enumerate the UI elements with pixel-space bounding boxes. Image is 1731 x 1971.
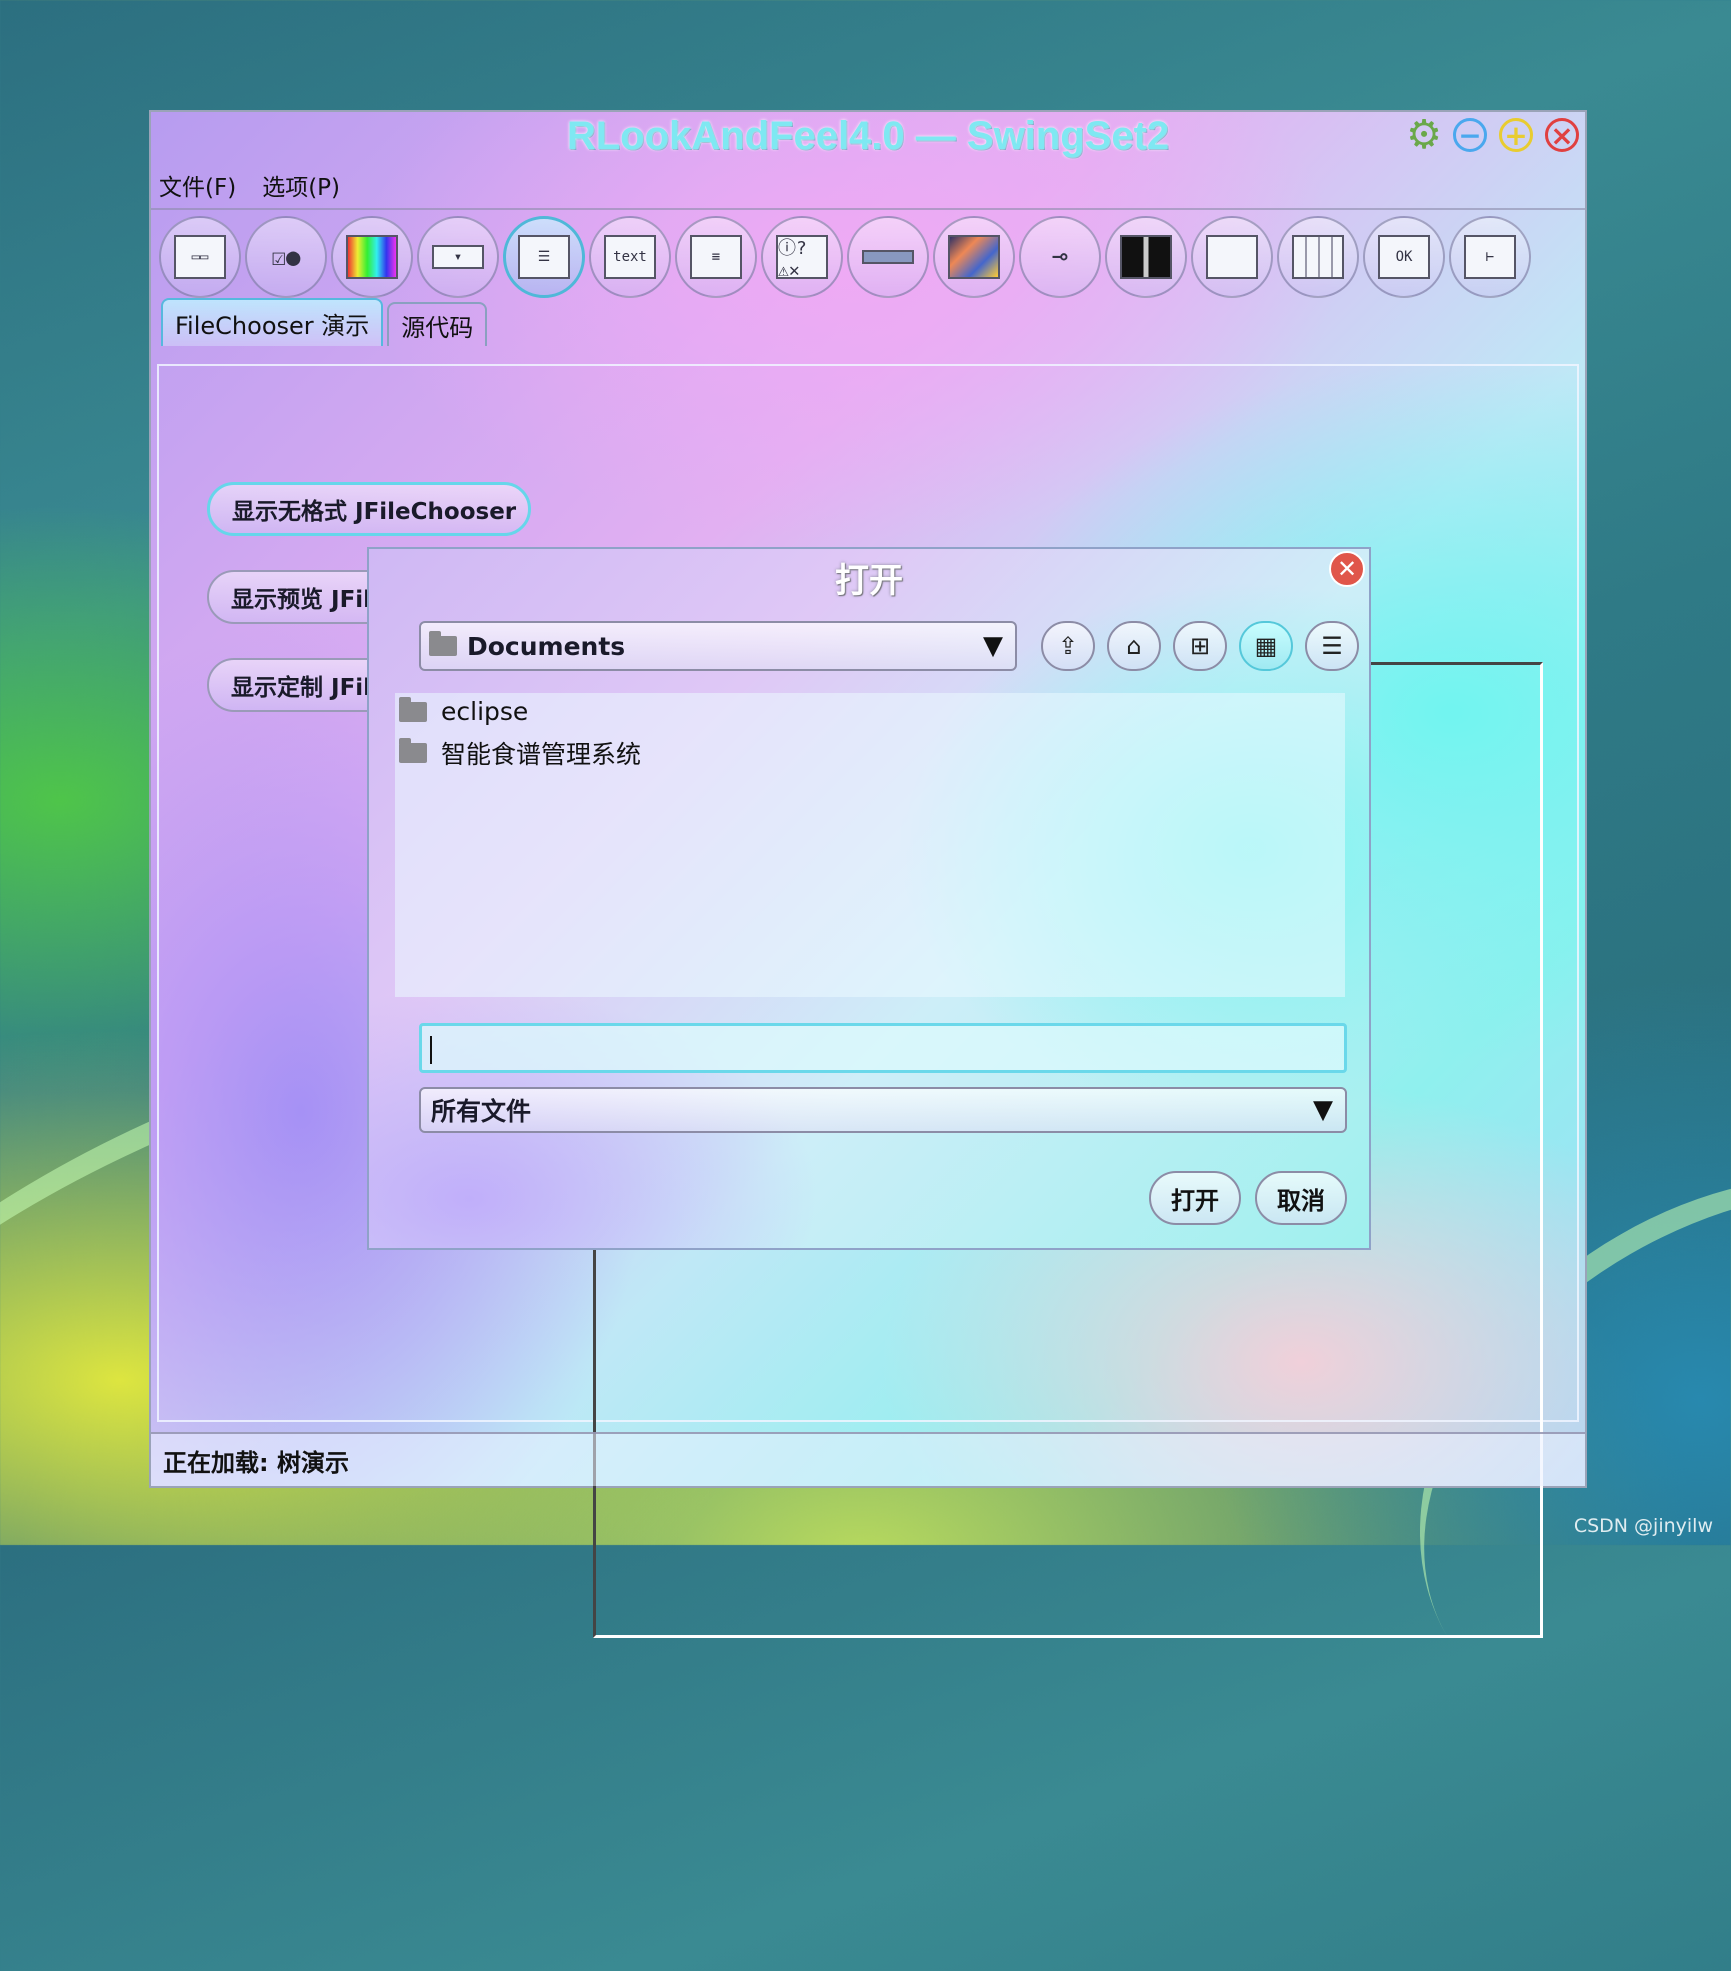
- list-item[interactable]: 智能食谱管理系统: [395, 735, 641, 771]
- tree-demo-button[interactable]: ⊢: [1449, 216, 1531, 298]
- file-chooser-demo-button[interactable]: ☰: [503, 216, 585, 298]
- file-list[interactable]: eclipse 智能食谱管理系统: [395, 693, 1345, 997]
- folder-icon: [399, 696, 427, 722]
- maximize-button[interactable]: +: [1499, 118, 1533, 152]
- up-folder-icon: ⇪: [1057, 632, 1079, 660]
- buttons-demo-button[interactable]: ☑●: [245, 216, 327, 298]
- look-in-combobox[interactable]: Documents ▼: [419, 621, 1017, 671]
- list-icon: ≡: [690, 235, 742, 279]
- open-button[interactable]: 打开: [1149, 1171, 1241, 1225]
- up-folder-button[interactable]: ⇪: [1041, 621, 1095, 671]
- slider-icon: ⊸: [1052, 242, 1068, 272]
- tab-filechooser-demo[interactable]: FileChooser 演示: [161, 298, 384, 346]
- list-view-button[interactable]: ☰: [1305, 621, 1359, 671]
- dialog-toolbar: ⇪ ⌂ ⊞ ▦ ☰: [1041, 621, 1359, 671]
- file-filter-combobox[interactable]: 所有文件 ▼: [419, 1087, 1347, 1133]
- scroll-pane-icon: [948, 235, 1000, 279]
- slider-demo-button[interactable]: ⊸: [1019, 216, 1101, 298]
- option-pane-icon: ⓘ?⚠✕: [776, 235, 828, 281]
- open-file-dialog: 打开 ✕ Documents ▼ ⇪ ⌂ ⊞ ▦ ☰ eclipse 智能食谱管…: [367, 547, 1371, 1250]
- window-title: RLookAndFeel4.0 — SwingSet2: [566, 114, 1170, 158]
- combobox-icon: ▾: [432, 245, 484, 269]
- menubar: 文件(F) 选项(P): [159, 168, 340, 202]
- folder-icon: [429, 631, 457, 656]
- tooltip-demo-button[interactable]: OK: [1363, 216, 1445, 298]
- new-folder-icon: ⊞: [1189, 632, 1211, 660]
- progress-bar-demo-button[interactable]: [847, 216, 929, 298]
- home-button[interactable]: ⌂: [1107, 621, 1161, 671]
- internal-frame-icon: ▭▭: [174, 235, 226, 279]
- icon-view-button[interactable]: ▦: [1239, 621, 1293, 671]
- menu-options[interactable]: 选项(P): [262, 168, 340, 202]
- combobox-demo-button[interactable]: ▾: [417, 216, 499, 298]
- file-name-field[interactable]: [419, 1023, 1347, 1073]
- tab-source-code[interactable]: 源代码: [387, 302, 488, 346]
- new-folder-button[interactable]: ⊞: [1173, 621, 1227, 671]
- dropdown-arrow-icon: ▼: [983, 631, 1003, 661]
- tooltip-icon: OK: [1378, 235, 1430, 279]
- list-item[interactable]: eclipse: [395, 696, 529, 726]
- tree-icon: ⊢: [1464, 235, 1516, 279]
- list-demo-button[interactable]: ≡: [675, 216, 757, 298]
- table-demo-button[interactable]: [1277, 216, 1359, 298]
- option-pane-demo-button[interactable]: ⓘ?⚠✕: [761, 216, 843, 298]
- buttons-icon: ☑●: [271, 243, 301, 271]
- window-controls: ⚙ − + ×: [1406, 112, 1579, 158]
- menubar-divider: [151, 208, 1585, 210]
- progress-bar-icon: [862, 250, 914, 264]
- folder-icon: [399, 738, 427, 763]
- status-bar: 正在加载: 树演示: [151, 1432, 1585, 1486]
- show-plain-filechooser-button[interactable]: 显示无格式 JFileChooser: [207, 482, 531, 536]
- dialog-close-button[interactable]: ✕: [1329, 551, 1365, 587]
- grid-view-icon: ▦: [1254, 632, 1278, 660]
- table-icon: [1292, 235, 1344, 279]
- file-filter-value: 所有文件: [431, 1097, 532, 1126]
- dropdown-arrow-icon: ▼: [1313, 1095, 1333, 1125]
- list-view-icon: ☰: [1321, 632, 1343, 660]
- cancel-button[interactable]: 取消: [1255, 1171, 1347, 1225]
- tabbed-pane-icon: [1206, 235, 1258, 279]
- file-chooser-icon: ☰: [518, 235, 570, 279]
- demo-toolbar: ▭▭ ☑● ▾ ☰ text ≡ ⓘ?⚠✕ ⊸ OK ⊢: [159, 216, 1531, 298]
- editor-pane-icon: text: [604, 235, 656, 279]
- color-chooser-button[interactable]: [331, 216, 413, 298]
- watermark: CSDN @jinyilw: [1573, 1515, 1713, 1537]
- color-chooser-icon: [346, 235, 398, 279]
- editor-pane-demo-button[interactable]: text: [589, 216, 671, 298]
- scroll-pane-demo-button[interactable]: [933, 216, 1015, 298]
- minimize-button[interactable]: −: [1453, 118, 1487, 152]
- home-icon: ⌂: [1126, 632, 1142, 660]
- file-name: eclipse: [441, 697, 529, 726]
- internal-frame-button[interactable]: ▭▭: [159, 216, 241, 298]
- split-pane-icon: [1120, 235, 1172, 279]
- demo-tabs: FileChooser 演示 源代码: [161, 298, 488, 346]
- tabbed-pane-demo-button[interactable]: [1191, 216, 1273, 298]
- menu-file[interactable]: 文件(F): [159, 168, 236, 202]
- gear-icon[interactable]: ⚙: [1406, 112, 1442, 158]
- text-caret: [430, 1036, 432, 1064]
- split-pane-demo-button[interactable]: [1105, 216, 1187, 298]
- look-in-value: Documents: [467, 631, 626, 661]
- file-name: 智能食谱管理系统: [441, 740, 642, 769]
- dialog-title: 打开: [835, 561, 903, 601]
- close-button[interactable]: ×: [1545, 118, 1579, 152]
